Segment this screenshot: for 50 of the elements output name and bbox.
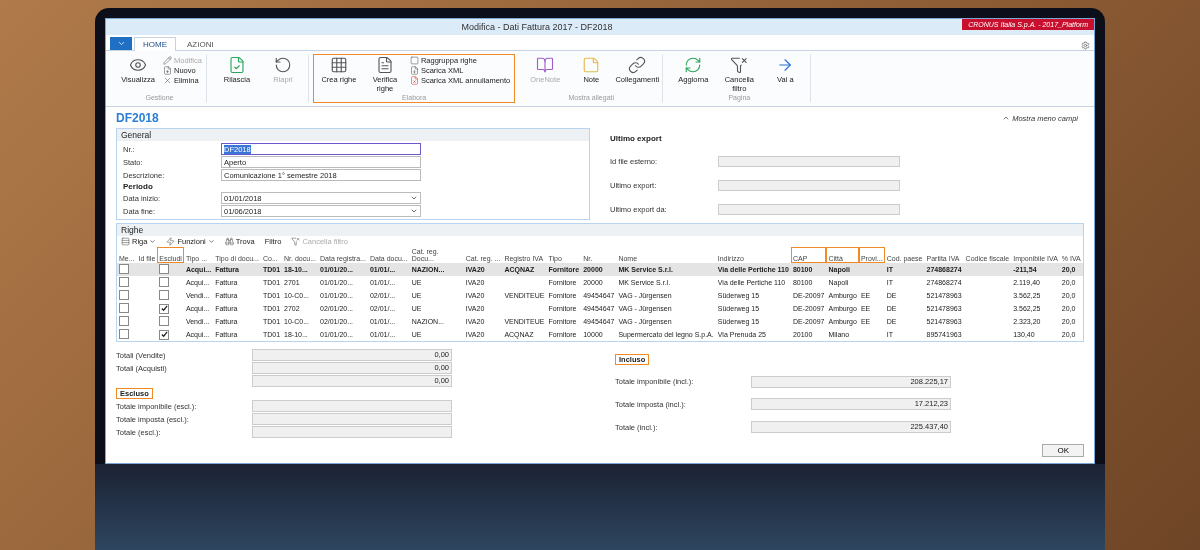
checkbox[interactable]: [159, 290, 170, 300]
checkbox[interactable]: [119, 277, 129, 287]
checkbox[interactable]: [119, 316, 129, 326]
checkbox[interactable]: [119, 303, 129, 313]
checkbox[interactable]: [119, 264, 129, 274]
table-cell[interactable]: [117, 276, 137, 289]
chevron-up-icon: [1002, 114, 1011, 122]
caret-icon: [207, 238, 215, 245]
delete-icon: [163, 76, 172, 85]
page-title: DF2018: [116, 111, 159, 125]
checkbox[interactable]: [159, 329, 170, 340]
check-icon: [160, 331, 168, 338]
export-heading: Ultimo export: [610, 133, 663, 143]
caret-icon: [149, 238, 157, 245]
check-page-icon: [227, 56, 246, 74]
refresh-icon: [684, 56, 703, 74]
checkbox[interactable]: [159, 303, 170, 314]
checkbox[interactable]: [159, 316, 170, 326]
section-header: General: [117, 129, 589, 141]
note-icon: [582, 56, 601, 74]
new-page-icon: [163, 66, 172, 75]
table-cell[interactable]: [157, 263, 184, 276]
ok-button[interactable]: OK: [1042, 444, 1084, 457]
grid-icon: [329, 56, 348, 74]
clear-filter-icon: [730, 56, 749, 74]
page-icon: [375, 56, 394, 74]
notebook-icon: [536, 56, 555, 74]
pencil-icon: [163, 56, 172, 65]
magnifier-page-icon: [129, 56, 147, 74]
check-icon: [160, 305, 168, 312]
undo-icon: [273, 56, 292, 74]
checkbox[interactable]: [159, 277, 170, 287]
ribbon-tab[interactable]: AZIONI: [178, 37, 223, 51]
field-group-heading: Periodo: [123, 182, 154, 191]
window-title: Modifica - Dati Fattura 2017 - DF2018: [460, 22, 614, 32]
checkbox[interactable]: [119, 329, 129, 339]
rows-icon: [121, 237, 130, 246]
section-header: Righe: [117, 224, 1083, 236]
settings-icon[interactable]: [1081, 41, 1090, 50]
ribbon-tab[interactable]: HOME: [134, 37, 176, 51]
download-icon: [409, 66, 419, 75]
checkbox[interactable]: [119, 290, 129, 300]
link-icon: [628, 56, 647, 74]
binoculars-icon: [224, 237, 234, 246]
caret-icon: [116, 39, 126, 48]
cancel-page-icon: [409, 76, 419, 85]
lightning-icon: [166, 237, 176, 246]
checkbox[interactable]: [159, 264, 170, 274]
clear-filter-icon: [291, 237, 301, 246]
table-cell[interactable]: [117, 263, 137, 276]
